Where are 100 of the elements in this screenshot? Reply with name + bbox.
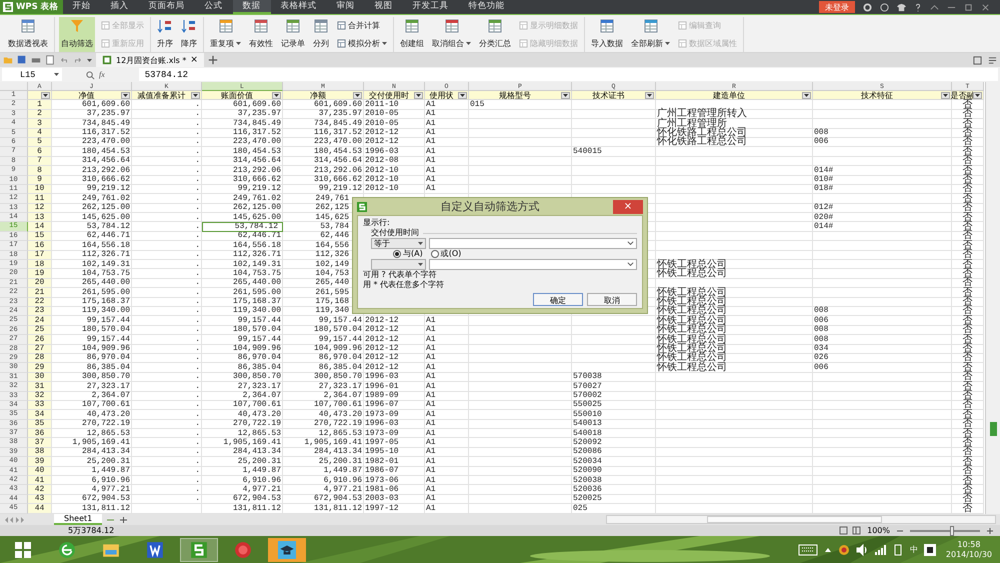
table-cell: . (132, 222, 202, 232)
ribbon-button[interactable]: 创建组 (398, 17, 426, 52)
sheet-tab[interactable]: Sheet1 (54, 514, 102, 525)
ribbon-button[interactable]: 全部刷新 (629, 17, 672, 52)
table-cell: 520038 (572, 476, 656, 486)
ribbon-button[interactable]: 数据透视表 (6, 17, 50, 52)
table-cell: 1996-03 (364, 420, 425, 430)
table-cell: A1 (425, 494, 469, 504)
table-cell: 2012-10 (364, 166, 425, 176)
table-cell: 99,219.12 (283, 184, 364, 194)
app-logo[interactable]: WPS 表格 (0, 0, 63, 14)
table-cell: 24 (28, 316, 52, 326)
menu-tab[interactable]: 开发工具 (402, 0, 459, 14)
table-cell: . (132, 213, 202, 222)
table-cell: 30 (28, 372, 52, 382)
table-cell: A1 (425, 147, 469, 157)
table-cell: 99,157.44 (283, 335, 364, 345)
table-cell: 86,385.04 (202, 363, 283, 373)
ribbon-button[interactable]: 有效性 (247, 17, 275, 52)
table-cell: 008 (813, 306, 952, 316)
document-tab[interactable]: 12月固资台账.xls * × (96, 53, 204, 67)
menu-tab[interactable]: 开始 (62, 0, 101, 14)
table-cell: . (132, 119, 202, 129)
ribbon-button[interactable]: 自动筛选 (59, 17, 95, 52)
radio-option[interactable]: 或(O) (430, 249, 462, 259)
table-cell: A1 (425, 176, 469, 185)
table-cell: 175,168.37 (202, 298, 283, 307)
table-cell: 116,317.52 (283, 128, 364, 138)
table-cell: 怀化铁路工程总公司 (656, 138, 813, 148)
hint-text: 可用 ? 代表单个字符 (363, 270, 438, 280)
table-cell: 37,235.97 (202, 110, 283, 120)
clock[interactable]: 10:58 2014/10/30 (942, 540, 996, 560)
table-cell: 2012-10 (364, 176, 425, 185)
table-cell: 31 (28, 382, 52, 392)
table-cell: . (132, 476, 202, 486)
table-cell: 4,977.21 (283, 485, 364, 495)
formula-field[interactable]: 53784.12 (138, 68, 998, 81)
selected-cell[interactable]: 53,784.12 (202, 222, 283, 232)
table-cell: . (132, 382, 202, 392)
table-cell: 否 (952, 438, 984, 448)
table-cell: 034 (813, 344, 952, 354)
ribbon-button[interactable]: 分类汇总 (477, 17, 513, 52)
table-cell: 104,753.75 (52, 269, 132, 279)
ribbon-button[interactable]: 降序 (179, 17, 199, 52)
show-rows-label: 显示行: (363, 218, 391, 228)
menu-tab[interactable]: 审阅 (326, 0, 365, 14)
ribbon-button[interactable]: 升序 (155, 17, 175, 52)
ribbon-button[interactable]: 取消组合 (430, 17, 473, 52)
ribbon-button[interactable]: 合并计算 (335, 20, 389, 32)
table-cell: 164,556.18 (52, 241, 132, 251)
table-cell: 40,473.20 (202, 410, 283, 420)
table-cell: 39 (28, 457, 52, 467)
table-cell: 27,323.17 (52, 382, 132, 392)
table-cell: 否 (952, 232, 984, 242)
ribbon-button[interactable]: 记录单 (279, 17, 307, 52)
table-cell: 21 (28, 288, 52, 298)
table-cell: 2,364.07 (283, 392, 364, 401)
login-button[interactable]: 未登录 (819, 1, 855, 13)
table-cell: A1 (425, 448, 469, 458)
table-cell: 300,850.70 (52, 372, 132, 382)
menu-tab[interactable]: 数据 (232, 0, 271, 14)
ribbon-button[interactable]: 模拟分析 (335, 38, 389, 49)
cancel-button[interactable]: 取消 (587, 293, 637, 306)
table-cell: 008 (813, 326, 952, 336)
table-cell: 6 (28, 147, 52, 157)
table-cell: 540013 (572, 420, 656, 430)
function-label[interactable]: fx (99, 70, 105, 79)
table-cell: 2010-05 (364, 110, 425, 120)
radio-option[interactable]: 与(A) (393, 249, 423, 259)
table-cell: 否 (952, 100, 984, 110)
menu-tab[interactable]: 视图 (364, 0, 403, 14)
table-cell: 5 (28, 138, 52, 148)
table-cell: 86,970.04 (283, 354, 364, 364)
table-cell: 1996-01 (364, 382, 425, 392)
ribbon-button[interactable]: 导入数据 (589, 17, 625, 52)
ok-button[interactable]: 确定 (533, 293, 583, 306)
table-cell: 550010 (572, 410, 656, 420)
ribbon-button[interactable]: 分列 (311, 17, 331, 52)
menu-tab[interactable]: 插入 (100, 0, 139, 14)
menu-tab[interactable]: 特色功能 (458, 0, 515, 14)
table-cell: . (132, 288, 202, 298)
table-cell: 102,149.31 (202, 260, 283, 270)
table-cell: 否 (952, 316, 984, 326)
table-cell: 62,446.71 (52, 232, 132, 242)
menu-tab[interactable]: 表格样式 (270, 0, 327, 14)
input-method-indicator[interactable]: 中 (910, 544, 918, 555)
name-box[interactable]: L15 (2, 68, 62, 81)
ribbon-button[interactable]: 重复项 (208, 17, 243, 52)
close-button[interactable]: × (613, 200, 643, 214)
table-cell: 1996-07 (364, 400, 425, 410)
table-cell: 1982-01 (364, 457, 425, 467)
table-cell: 否 (952, 400, 984, 410)
close-tab-button[interactable]: × (190, 55, 198, 65)
table-cell: 8 (28, 166, 52, 176)
menu-tab[interactable]: 公式 (194, 0, 233, 14)
operator-select[interactable]: 等于 (371, 238, 426, 249)
menu-tab[interactable]: 页面布局 (138, 0, 195, 14)
table-cell: A1 (425, 128, 469, 138)
table-cell: . (132, 316, 202, 326)
table-cell: 310,666.62 (283, 176, 364, 185)
